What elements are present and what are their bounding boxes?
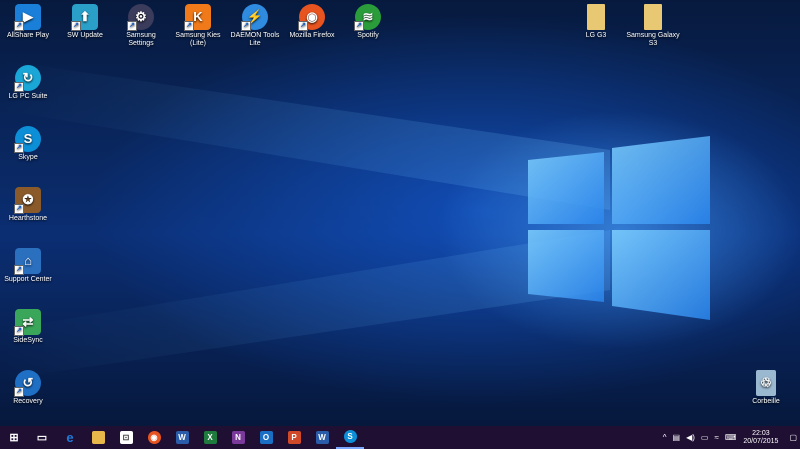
desktop-icon-recovery[interactable]: ↺ ↗ Recovery [0,370,56,406]
network-icon[interactable]: ▤ [673,433,681,442]
taskbar-word[interactable]: W [168,426,196,449]
taskbar-store[interactable]: ⊡ [112,426,140,449]
window-pane-top-right [612,136,710,224]
store-icon: ⊡ [119,431,133,444]
desktop-icon-sidesync[interactable]: ⇄ ↗ SideSync [0,309,56,345]
desktop-icon-lg-pc-suite[interactable]: ↻ ↗ LG PC Suite [0,65,56,101]
word-icon: W [315,431,329,444]
recycle-bin-icon: ♲ [756,370,776,396]
windows-light-beams [0,60,710,380]
desktop-icon-label: SW Update [67,32,103,39]
desktop-icon-samsung-galaxy-s3[interactable]: Samsung Galaxy S3 [625,4,681,48]
desktop-icon-label: Hearthstone [8,215,48,222]
battery-icon[interactable]: ▭ [701,433,709,442]
desktop-icon-sw-update[interactable]: ⬆ ↗ SW Update [57,4,113,40]
desktop-icon-hearthstone[interactable]: ✪ ↗ Hearthstone [0,187,56,223]
taskbar-excel[interactable]: X [196,426,224,449]
desktop-icon-label: LG PC Suite [8,93,48,100]
wifi-icon[interactable]: ≈ [714,433,718,442]
keyboard-icon[interactable]: ⌨ [725,433,737,442]
taskbar-file-explorer[interactable] [84,426,112,449]
desktop-icon-support-center[interactable]: ⌂ ↗ Support Center [0,248,56,284]
windows-start-icon: ⊞ [9,432,19,444]
desktop-icon-label: LG G3 [585,32,607,39]
file-explorer-icon [91,431,105,444]
onenote-icon: N [231,431,245,444]
desktop-icon-daemon-tools[interactable]: ⚡ ↗ DAEMON Tools Lite [227,4,283,48]
outlook-icon: O [259,431,273,444]
desktop-icon-skype[interactable]: S ↗ Skype [0,126,56,162]
system-tray: ^ ▤ ◀) ▭ ≈ ⌨ 22:03 20/07/2015 ▢ [660,426,800,449]
lg-pc-suite-icon: ↻ ↗ [14,65,41,92]
samsung-settings-icon: ⚙ ↗ [127,4,154,31]
desktop-icon-label: Recovery [13,398,43,405]
desktop-icon-mozilla-firefox[interactable]: ◉ ↗ Mozilla Firefox [284,4,340,40]
desktop-icon-spotify[interactable]: ≋ ↗ Spotify [340,4,396,40]
clock-date: 20/07/2015 [743,437,779,445]
hearthstone-icon: ✪ ↗ [14,187,41,214]
window-pane-top-left [528,152,604,224]
desktop-icon-samsung-settings[interactable]: ⚙ ↗ Samsung Settings [113,4,169,48]
taskbar-word-2[interactable]: W [308,426,336,449]
skype-icon: S ↗ [14,126,41,153]
powerpoint-icon: P [287,431,301,444]
chevron-up-icon[interactable]: ^ [663,433,667,442]
desktop[interactable]: ▶ ↗ AllShare Play ⬆ ↗ SW Update ⚙ ↗ Samsung… [0,0,800,426]
recovery-icon: ↺ ↗ [14,370,41,397]
skype-icon: S [343,430,357,443]
taskbar-firefox[interactable]: ◉ [140,426,168,449]
desktop-icon-label: Corbeille [752,398,780,405]
folder-icon [587,4,605,30]
task-view-icon: ▭ [36,432,48,444]
support-center-icon: ⌂ ↗ [14,248,41,275]
taskbar-onenote[interactable]: N [224,426,252,449]
spotify-icon: ≋ ↗ [354,4,381,31]
firefox-icon: ◉ ↗ [298,4,325,31]
taskbar-skype[interactable]: S [336,426,364,449]
task-view-button[interactable]: ▭ [28,426,56,449]
kies-icon: K ↗ [184,4,211,31]
desktop-icon-recycle-bin[interactable]: ♲ Corbeille [738,370,794,406]
taskbar: ⊞ ▭ e ⊡ ◉ W X N O P W S ^ ▤ ◀) ▭ ≈ ⌨ 22:… [0,426,800,449]
sw-update-icon: ⬆ ↗ [71,4,98,31]
taskbar-powerpoint[interactable]: P [280,426,308,449]
desktop-icon-label: Skype [18,154,38,161]
clock-time: 22:03 [752,429,770,437]
desktop-icon-lg-g3[interactable]: LG G3 [568,4,624,40]
excel-icon: X [203,431,217,444]
edge-icon: e [66,430,74,445]
window-pane-bottom-left [528,230,604,302]
desktop-icon-label: Samsung Galaxy S3 [626,32,680,47]
desktop-icon-label: Support Center [4,276,52,283]
start-button[interactable]: ⊞ [0,426,28,449]
action-center-icon[interactable]: ▢ [789,433,797,442]
desktop-icon-allshare-play[interactable]: ▶ ↗ AllShare Play [0,4,56,40]
daemon-tools-icon: ⚡ ↗ [241,4,268,31]
desktop-icon-samsung-kies[interactable]: K ↗ Samsung Kies (Lite) [170,4,226,48]
desktop-icon-label: AllShare Play [6,32,50,39]
desktop-icon-label: Samsung Settings [126,32,156,47]
word-icon: W [175,431,189,444]
desktop-icon-label: Spotify [357,32,379,39]
allshare-icon: ▶ ↗ [14,4,41,31]
desktop-icon-label: SideSync [13,337,43,344]
desktop-icon-label: DAEMON Tools Lite [230,32,280,47]
clock[interactable]: 22:03 20/07/2015 [743,430,778,446]
sidesync-icon: ⇄ ↗ [14,309,41,336]
folder-icon [644,4,662,30]
volume-icon[interactable]: ◀) [686,433,695,442]
taskbar-edge[interactable]: e [56,426,84,449]
firefox-icon: ◉ [147,431,161,444]
taskbar-outlook[interactable]: O [252,426,280,449]
desktop-icon-label: Samsung Kies (Lite) [175,32,221,47]
desktop-icon-label: Mozilla Firefox [289,32,335,39]
window-pane-bottom-right [612,230,710,320]
